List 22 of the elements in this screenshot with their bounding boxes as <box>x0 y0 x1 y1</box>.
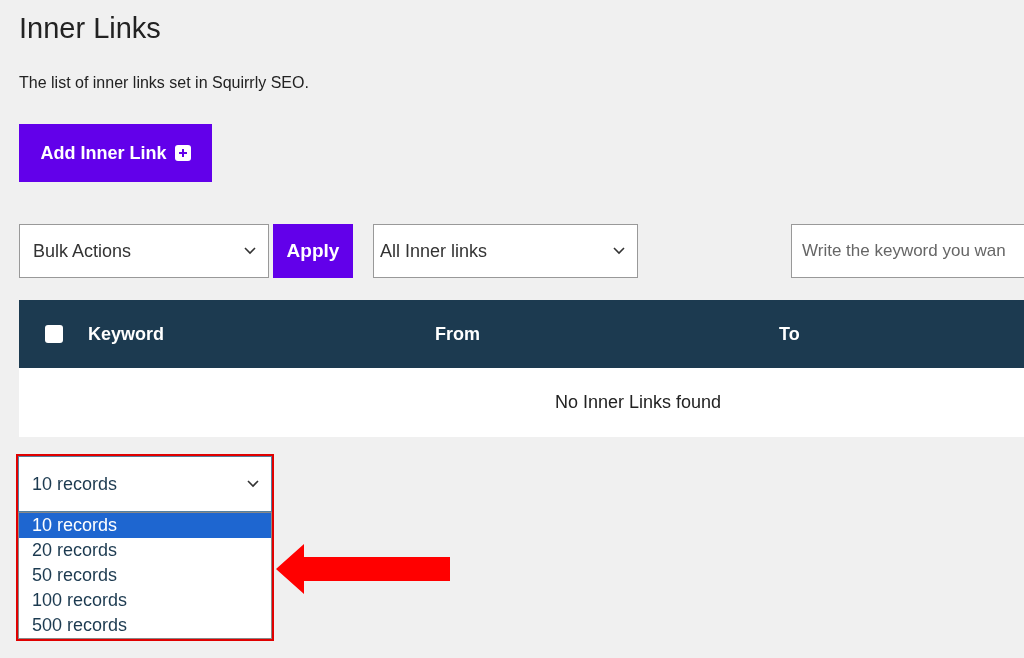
column-header: Keyword <box>88 323 166 345</box>
chevron-down-icon <box>613 247 625 255</box>
chevron-down-icon <box>244 247 256 255</box>
bulk-actions-select[interactable]: Bulk Actions <box>19 224 269 278</box>
records-option[interactable]: 20 records <box>19 538 271 563</box>
filter-select[interactable]: All Inner links <box>373 224 638 278</box>
column-header: To <box>779 323 800 345</box>
records-select[interactable]: 10 records <box>18 456 272 512</box>
records-option[interactable]: 100 records <box>19 588 271 613</box>
records-option[interactable]: 50 records <box>19 563 271 588</box>
page-description: The list of inner links set in Squirrly SEO. <box>19 74 310 92</box>
plus-icon <box>174 145 191 161</box>
select-all-checkbox[interactable] <box>44 325 63 343</box>
apply-button[interactable]: Apply <box>273 224 353 278</box>
records-option[interactable]: 10 records <box>19 513 271 538</box>
page-title: Inner Links <box>19 11 162 46</box>
empty-message: No Inner Links found <box>554 392 722 413</box>
records-option[interactable]: 500 records <box>19 613 271 638</box>
chevron-down-icon <box>247 480 259 488</box>
column-header: From <box>435 323 481 345</box>
add-inner-link-button[interactable]: Add Inner Link <box>19 124 212 182</box>
search-field[interactable]: Write the keyword you wan <box>791 224 1024 278</box>
